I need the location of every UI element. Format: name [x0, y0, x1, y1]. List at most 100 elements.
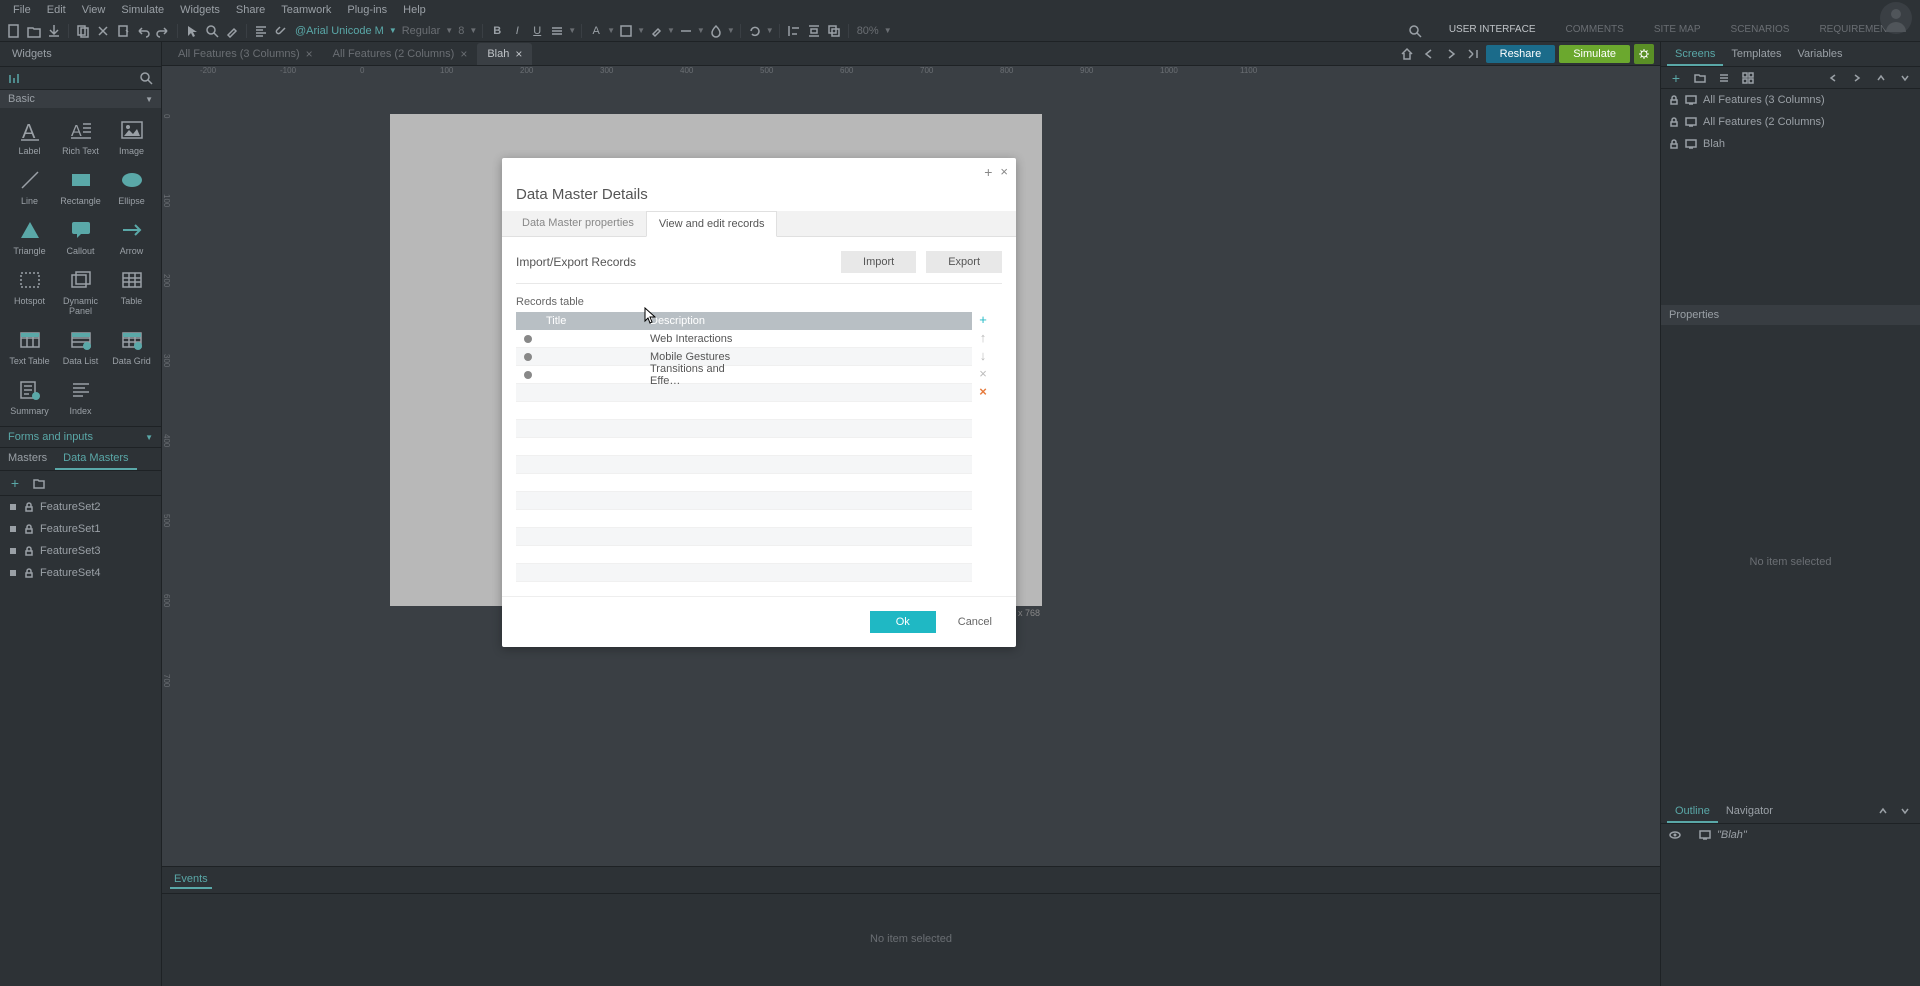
distribute-icon[interactable]	[805, 22, 823, 40]
add-row-icon[interactable]: +	[976, 312, 990, 326]
screen-row[interactable]: Blah	[1661, 133, 1920, 155]
add-screen-icon[interactable]: +	[1667, 69, 1685, 87]
widget-index[interactable]: Index	[55, 372, 106, 422]
nav-fwd-icon[interactable]	[1442, 45, 1460, 63]
rotate-icon[interactable]	[746, 22, 764, 40]
pointer-icon[interactable]	[183, 22, 201, 40]
tab-outline[interactable]: Outline	[1667, 801, 1718, 823]
nav-left-icon[interactable]	[1824, 69, 1842, 87]
font-size-select[interactable]: 8	[455, 24, 467, 38]
close-icon[interactable]: ×	[515, 47, 522, 61]
records-row[interactable]: Transitions and Effe…	[516, 366, 972, 384]
tab-data-masters[interactable]: Data Masters	[55, 448, 136, 470]
widget-dynamic-panel[interactable]: Dynamic Panel	[55, 262, 106, 322]
avatar[interactable]	[1880, 2, 1912, 34]
cancel-button[interactable]: Cancel	[948, 611, 1002, 633]
reshare-button[interactable]: Reshare	[1486, 45, 1556, 63]
folder-icon[interactable]	[1691, 69, 1709, 87]
close-icon[interactable]: ×	[1000, 164, 1008, 180]
widget-callout[interactable]: Callout	[55, 212, 106, 262]
attach-icon[interactable]	[272, 22, 290, 40]
bold-icon[interactable]: B	[488, 22, 506, 40]
canvas-content[interactable]: 1024 x 768 + × Data Master Details Data …	[180, 84, 1660, 986]
records-row[interactable]	[516, 528, 972, 546]
add-icon[interactable]: +	[984, 164, 992, 180]
add-datamaster-icon[interactable]: +	[6, 474, 24, 492]
highlighter-icon[interactable]	[223, 22, 241, 40]
export-button[interactable]: Export	[926, 251, 1002, 273]
close-icon[interactable]: ×	[460, 47, 467, 61]
text-align-icon[interactable]	[252, 22, 270, 40]
save-icon[interactable]	[45, 22, 63, 40]
doc-tab[interactable]: All Features (2 Columns)×	[323, 43, 478, 65]
widget-richtext[interactable]: ARich Text	[55, 112, 106, 162]
widget-data-grid[interactable]: Data Grid	[106, 322, 157, 372]
tab-scenarios[interactable]: SCENARIOS	[1716, 22, 1805, 40]
menu-edit[interactable]: Edit	[39, 1, 74, 19]
records-row[interactable]: Web Interactions	[516, 330, 972, 348]
undo-icon[interactable]	[134, 22, 152, 40]
row-handle-icon[interactable]	[524, 335, 532, 343]
widget-table[interactable]: Table	[106, 262, 157, 322]
datamaster-row[interactable]: FeatureSet2	[0, 496, 161, 518]
records-row[interactable]	[516, 438, 972, 456]
tab-events[interactable]: Events	[170, 871, 212, 889]
home-icon[interactable]	[1398, 45, 1416, 63]
row-handle-icon[interactable]	[524, 371, 532, 379]
datamaster-row[interactable]: FeatureSet3	[0, 540, 161, 562]
opacity-icon[interactable]	[707, 22, 725, 40]
widget-search-icon[interactable]	[137, 69, 155, 87]
new-file-icon[interactable]	[5, 22, 23, 40]
text-color-icon[interactable]: A	[587, 22, 605, 40]
widget-triangle[interactable]: Triangle	[4, 212, 55, 262]
dialog-tab-properties[interactable]: Data Master properties	[510, 211, 646, 236]
menu-widgets[interactable]: Widgets	[172, 1, 228, 19]
eye-icon[interactable]	[1669, 830, 1681, 840]
close-icon[interactable]: ×	[306, 47, 313, 61]
menu-help[interactable]: Help	[395, 1, 434, 19]
font-weight-select[interactable]: Regular	[399, 24, 444, 38]
line-weight-icon[interactable]	[677, 22, 695, 40]
row-handle-icon[interactable]	[524, 353, 532, 361]
simulate-button[interactable]: Simulate	[1559, 45, 1630, 63]
tab-variables[interactable]: Variables	[1790, 44, 1851, 66]
import-button[interactable]: Import	[841, 251, 916, 273]
align-icon[interactable]	[548, 22, 566, 40]
ok-button[interactable]: Ok	[870, 611, 936, 633]
canvas[interactable]: -200 -100 0 100 200 300 400 500 600 700 …	[162, 66, 1660, 986]
records-row[interactable]	[516, 546, 972, 564]
tab-templates[interactable]: Templates	[1723, 44, 1789, 66]
search-glass-icon[interactable]	[203, 22, 221, 40]
menu-teamwork[interactable]: Teamwork	[273, 1, 339, 19]
widget-view-icon[interactable]	[6, 69, 24, 87]
move-down-icon[interactable]: ↓	[976, 348, 990, 362]
paint-icon[interactable]	[647, 22, 665, 40]
nav-up-icon[interactable]	[1874, 802, 1892, 820]
dialog-tab-records[interactable]: View and edit records	[646, 211, 778, 237]
move-up-icon[interactable]: ↑	[976, 330, 990, 344]
records-row[interactable]	[516, 420, 972, 438]
widget-category[interactable]: Basic ▼	[0, 90, 161, 108]
records-row[interactable]	[516, 564, 972, 582]
grid-view-icon[interactable]	[1739, 69, 1757, 87]
artboard[interactable]: 1024 x 768 + × Data Master Details Data …	[390, 114, 1042, 606]
clear-all-icon[interactable]: ×	[976, 384, 990, 398]
nav-down-icon[interactable]	[1896, 69, 1914, 87]
records-row[interactable]	[516, 402, 972, 420]
datamaster-row[interactable]: FeatureSet4	[0, 562, 161, 584]
doc-tab[interactable]: All Features (3 Columns)×	[168, 43, 323, 65]
records-row[interactable]	[516, 474, 972, 492]
col-title[interactable]: Title	[540, 315, 644, 327]
zoom-level[interactable]: 80%	[854, 24, 882, 38]
tab-sitemap[interactable]: SITE MAP	[1639, 22, 1716, 40]
collapse-icon[interactable]	[1464, 45, 1482, 63]
italic-icon[interactable]: I	[508, 22, 526, 40]
menu-view[interactable]: View	[74, 1, 114, 19]
nav-up-icon[interactable]	[1872, 69, 1890, 87]
widget-label[interactable]: ALabel	[4, 112, 55, 162]
cut-icon[interactable]	[94, 22, 112, 40]
underline-icon[interactable]: U	[528, 22, 546, 40]
paste-icon[interactable]	[114, 22, 132, 40]
widget-summary[interactable]: Summary	[4, 372, 55, 422]
screen-row[interactable]: All Features (3 Columns)	[1661, 89, 1920, 111]
